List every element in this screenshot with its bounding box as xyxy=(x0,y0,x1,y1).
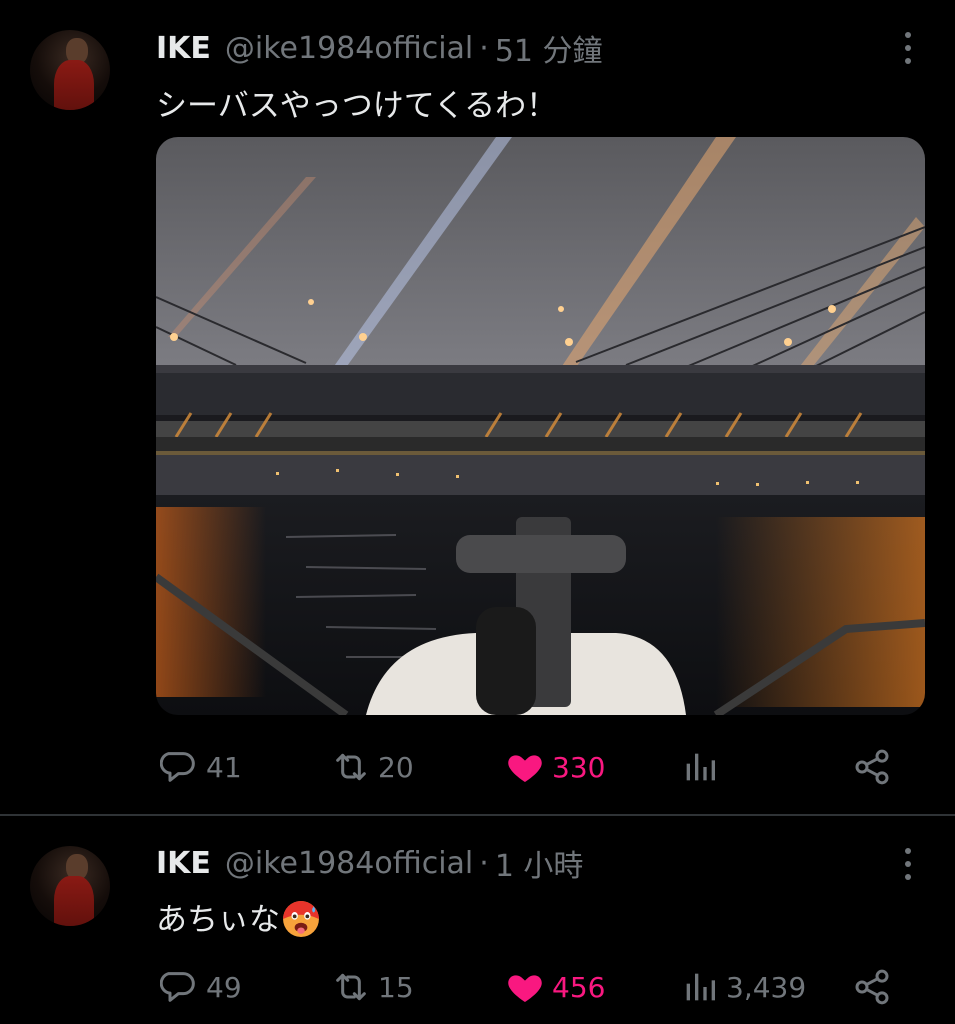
reply-button[interactable]: 49 xyxy=(160,962,242,1012)
tweet[interactable]: IKE @ike1984official · 51 分鐘 シーバスやっつけてくる… xyxy=(0,0,955,815)
share-button[interactable] xyxy=(852,742,898,792)
tweet-header: IKE @ike1984official · 51 分鐘 xyxy=(156,26,603,70)
retweet-button[interactable]: 20 xyxy=(330,742,414,792)
author-name[interactable]: IKE xyxy=(156,31,211,66)
comment-bubble-icon xyxy=(160,752,195,782)
heart-icon xyxy=(508,975,542,1002)
avatar[interactable] xyxy=(30,846,110,926)
reply-count: 49 xyxy=(206,970,242,1004)
bar-chart-icon xyxy=(686,973,715,1001)
retweet-count: 20 xyxy=(378,750,414,784)
action-bar: 49 15 456 3,439 xyxy=(0,962,955,1012)
like-count: 330 xyxy=(552,750,606,784)
author-handle[interactable]: @ike1984official xyxy=(225,846,473,881)
tweet-text: あちぃな xyxy=(156,902,280,938)
tweet-photo[interactable] xyxy=(156,137,925,715)
more-vertical-icon[interactable] xyxy=(901,846,915,882)
hot-face-emoji xyxy=(283,900,319,937)
view-count: 3,439 xyxy=(726,970,807,1004)
like-button[interactable]: 330 xyxy=(504,742,605,792)
action-bar: 41 20 330 xyxy=(0,742,955,792)
share-icon xyxy=(855,969,889,1005)
reply-count: 41 xyxy=(206,750,242,784)
retweet-count: 15 xyxy=(378,970,414,1004)
tweet-header: IKE @ike1984official · 1 小時 xyxy=(156,841,584,885)
timestamp[interactable]: 51 分鐘 xyxy=(495,26,603,70)
bar-chart-icon xyxy=(686,753,715,781)
tweet-text: シーバスやっつけてくるわ！ xyxy=(156,88,558,124)
retweet-icon xyxy=(336,753,366,781)
like-count: 456 xyxy=(552,970,606,1004)
views-button[interactable] xyxy=(680,742,726,792)
separator-dot: · xyxy=(479,845,489,881)
heart-icon xyxy=(508,755,542,782)
reply-button[interactable]: 41 xyxy=(160,742,242,792)
comment-bubble-icon xyxy=(160,972,195,1002)
author-name[interactable]: IKE xyxy=(156,846,211,881)
tweet[interactable]: IKE @ike1984official · 1 小時 あちぃな 49 15 4… xyxy=(0,816,955,1024)
tweet-text-container: あちぃな xyxy=(156,894,320,941)
retweet-button[interactable]: 15 xyxy=(330,962,414,1012)
avatar[interactable] xyxy=(30,30,110,110)
retweet-icon xyxy=(336,973,366,1001)
share-button[interactable] xyxy=(852,962,898,1012)
timestamp[interactable]: 1 小時 xyxy=(495,841,584,885)
more-vertical-icon[interactable] xyxy=(901,30,915,66)
separator-dot: · xyxy=(479,30,489,66)
share-icon xyxy=(855,749,889,785)
author-handle[interactable]: @ike1984official xyxy=(225,31,473,66)
views-button[interactable]: 3,439 xyxy=(680,962,806,1012)
like-button[interactable]: 456 xyxy=(504,962,605,1012)
